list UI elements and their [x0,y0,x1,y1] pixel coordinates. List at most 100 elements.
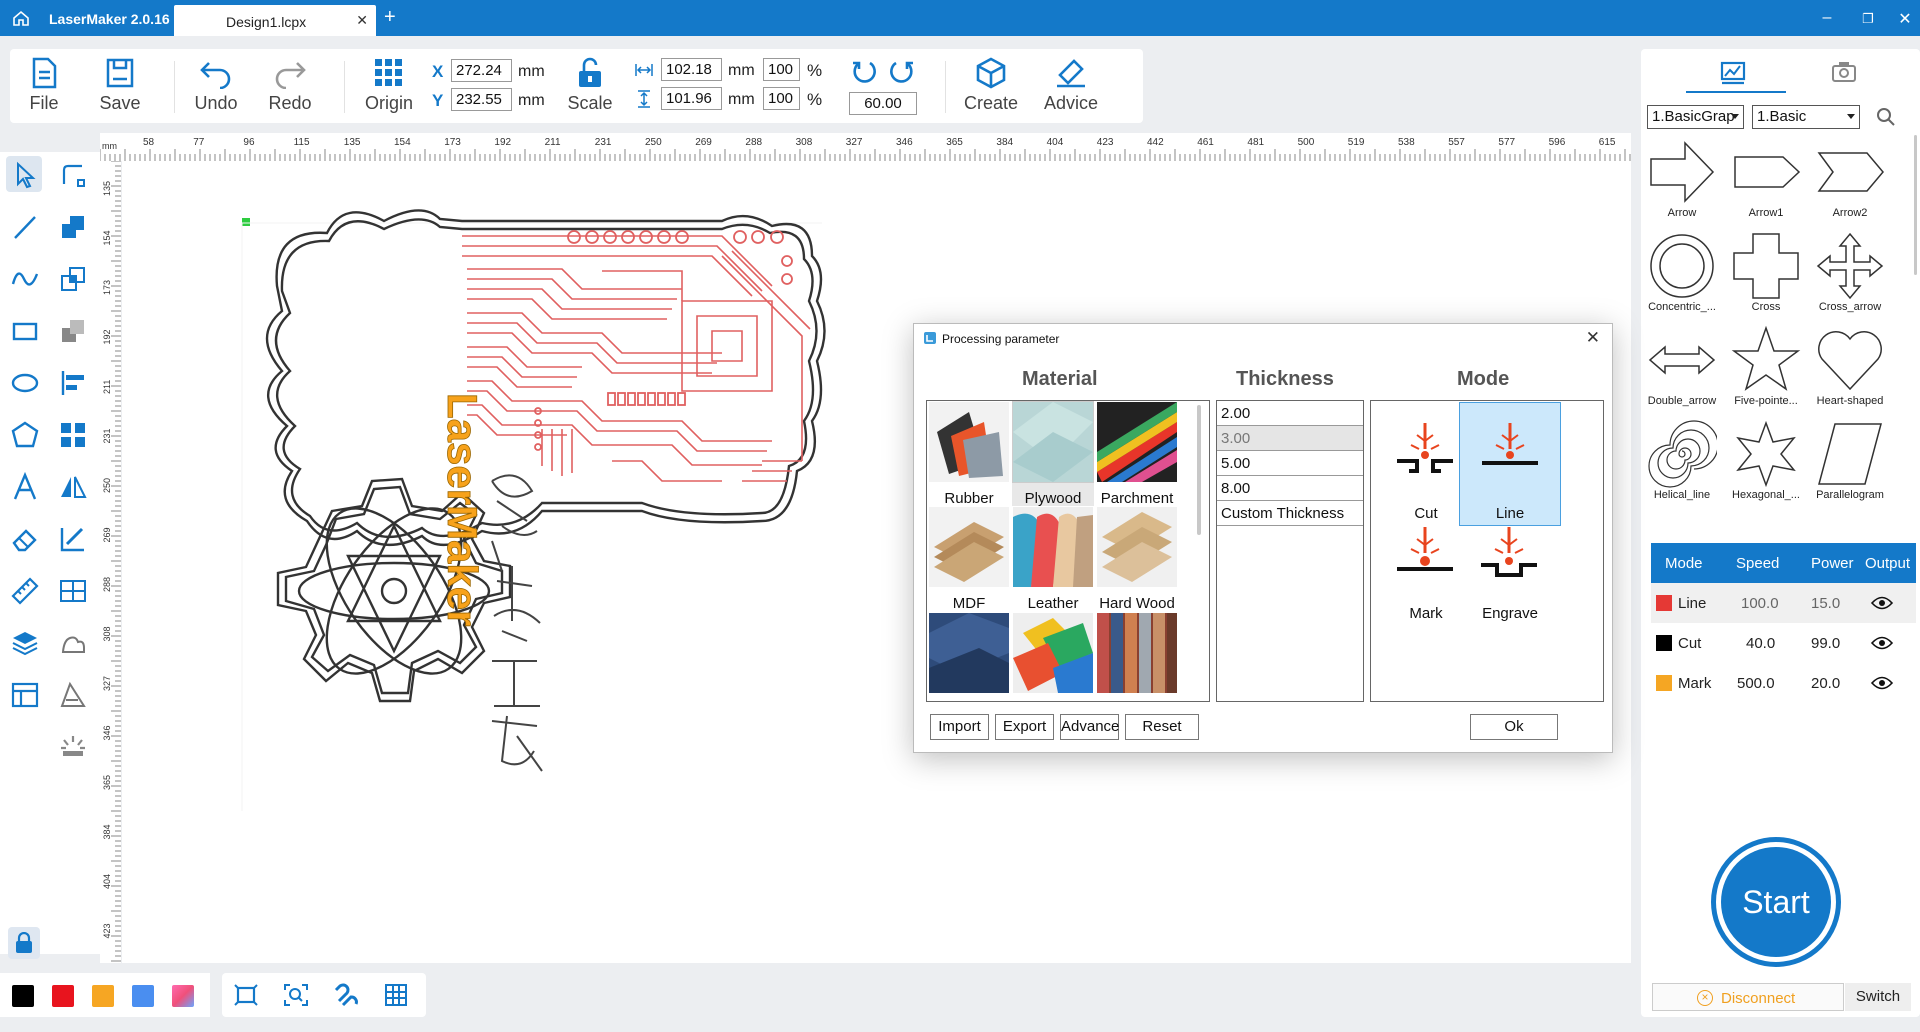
height-input[interactable]: 101.96 [661,87,722,110]
ellipse-tool-icon[interactable] [10,368,40,398]
eraser-icon[interactable] [10,524,40,554]
intersect-shapes-icon[interactable] [58,264,88,294]
origin-button[interactable]: Origin [359,57,419,114]
file-button[interactable]: File [14,57,74,114]
ruler-tool-icon[interactable] [10,576,40,606]
layers-icon[interactable] [10,628,40,658]
material-fabric[interactable] [1096,613,1178,693]
rotate-cw-icon[interactable] [888,58,916,86]
thickness-option[interactable]: 5.00 [1217,451,1363,476]
magnet-snap-icon[interactable] [333,983,359,1007]
dialog-close-icon[interactable]: ✕ [1586,328,1600,348]
thickness-option-selected[interactable]: 3.00 [1217,426,1363,451]
material-rubber[interactable]: Rubber [928,402,1010,507]
mode-engrave[interactable]: Engrave [1459,523,1561,647]
material-leather[interactable]: Leather [1012,507,1094,612]
minimize-icon[interactable]: – [1816,9,1838,27]
select-pointer-icon[interactable] [10,160,40,190]
layer-row-mark[interactable]: Mark 500.0 20.0 [1651,663,1916,703]
zoom-selection-icon[interactable] [283,983,309,1007]
curve-tool-icon[interactable] [10,264,40,294]
node-edit-icon[interactable] [58,160,88,190]
eye-icon[interactable] [1871,595,1893,611]
reset-button[interactable]: Reset [1125,714,1199,740]
laser-light-icon[interactable] [58,732,88,762]
material-acrylic[interactable] [1012,613,1094,693]
color-swatch-black[interactable] [12,985,34,1007]
layer-row-cut[interactable]: Cut 40.0 99.0 [1651,623,1916,663]
y-position-input[interactable]: 232.55 [451,88,512,111]
start-button[interactable]: Start [1711,837,1841,967]
save-button[interactable]: Save [90,57,150,114]
color-swatch-red[interactable] [52,985,74,1007]
thickness-option[interactable]: 2.00 [1217,401,1363,426]
x-position-input[interactable]: 272.24 [451,59,512,82]
fit-to-screen-icon[interactable] [233,983,259,1007]
grid-toggle-icon[interactable] [383,983,409,1007]
shape-arrow2[interactable]: Arrow2 [1809,137,1891,231]
material-parchment[interactable]: Parchment [1096,402,1178,507]
thickness-option[interactable]: 8.00 [1217,476,1363,501]
shape-arrow[interactable]: Arrow [1641,137,1723,231]
eye-icon[interactable] [1871,635,1893,651]
material-scrollbar[interactable] [1197,405,1201,535]
material-plywood[interactable]: Plywood [1012,401,1094,507]
layout-icon[interactable] [10,680,40,710]
line-tool-icon[interactable] [10,212,40,242]
color-swatch-gradient[interactable] [172,985,194,1007]
advance-button[interactable]: Advance [1060,714,1119,740]
shape-double-arrow[interactable]: Double_arrow [1641,325,1723,419]
height-percent-input[interactable]: 100 [763,87,800,110]
document-tab[interactable]: Design1.lcpx ✕ [174,5,376,36]
advice-button[interactable]: Advice [1041,57,1101,114]
mirror-icon[interactable] [58,472,88,502]
shape-list-scrollbar[interactable] [1914,135,1917,275]
shape-arrow1[interactable]: Arrow1 [1725,137,1807,231]
distribute-grid-icon[interactable] [58,420,88,450]
rotation-input[interactable]: 60.00 [849,92,917,115]
material-mdf[interactable]: MDF [928,507,1010,612]
shape-cross[interactable]: Cross [1725,231,1807,325]
shape-helical-line[interactable]: Helical_line [1641,419,1723,513]
width-input[interactable]: 102.18 [661,58,722,81]
switch-button[interactable]: Switch [1845,983,1911,1011]
text-tool-icon[interactable] [10,472,40,502]
shape-category-select[interactable]: 1.BasicGrap [1647,105,1744,129]
shape-concentric[interactable]: Concentric_... [1641,231,1723,325]
array-icon[interactable] [58,576,88,606]
export-button[interactable]: Export [995,714,1054,740]
shape-cross-arrow[interactable]: Cross_arrow [1809,231,1891,325]
shape-hexagonal-star[interactable]: Hexagonal_... [1725,419,1807,513]
mode-line[interactable]: Line [1459,402,1561,526]
restore-icon[interactable]: ❐ [1857,11,1879,27]
hand-drawn-icon[interactable] [58,628,88,658]
subtract-shapes-icon[interactable] [58,316,88,346]
shape-heart[interactable]: Heart-shaped [1809,325,1891,419]
import-button[interactable]: Import [930,714,989,740]
lock-button[interactable] [8,927,40,959]
graphics-tab-icon[interactable] [1718,57,1748,87]
create-button[interactable]: Create [961,57,1021,114]
shape-subcategory-select[interactable]: 1.Basic [1752,105,1860,129]
disconnect-button[interactable]: × Disconnect [1652,983,1844,1011]
search-icon[interactable] [1876,107,1896,127]
width-percent-input[interactable]: 100 [763,58,800,81]
color-swatch-blue[interactable] [132,985,154,1007]
redo-button[interactable]: Redo [260,57,320,114]
close-window-icon[interactable]: ✕ [1894,9,1916,29]
polygon-tool-icon[interactable] [10,420,40,450]
close-tab-icon[interactable]: ✕ [356,12,368,29]
rotate-ccw-icon[interactable] [850,58,878,86]
combine-shapes-icon[interactable] [58,212,88,242]
undo-button[interactable]: Undo [186,57,246,114]
material-denim[interactable] [928,613,1010,693]
chart-edit-icon[interactable] [58,524,88,554]
camera-tab-icon[interactable] [1829,57,1859,87]
material-hard-wood[interactable]: Hard Wood [1096,507,1178,612]
ok-button[interactable]: Ok [1470,714,1558,740]
eye-icon[interactable] [1871,675,1893,691]
align-left-icon[interactable] [58,368,88,398]
new-tab-icon[interactable]: + [384,6,396,29]
shape-parallelogram[interactable]: Parallelogram [1809,419,1891,513]
layer-row-line[interactable]: Line 100.0 15.0 [1651,583,1916,623]
